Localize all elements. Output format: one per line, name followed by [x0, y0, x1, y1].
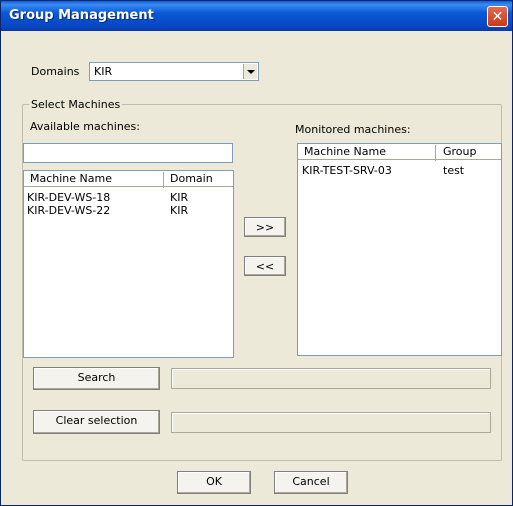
- domains-label: Domains: [31, 65, 80, 78]
- list-item[interactable]: KIR-TEST-SRV-03 test: [298, 164, 501, 178]
- domains-dropdown[interactable]: KIR: [89, 62, 259, 81]
- search-progress-bar: [171, 368, 491, 389]
- column-header-domain[interactable]: Domain: [170, 172, 213, 185]
- group-management-dialog: Group Management ✕ Domains KIR Select Ma…: [0, 0, 513, 506]
- search-button[interactable]: Search: [33, 367, 160, 390]
- monitored-machines-label: Monitored machines:: [295, 123, 411, 136]
- list-item[interactable]: KIR-DEV-WS-22 KIR: [24, 204, 233, 218]
- monitored-machines-list[interactable]: Machine Name Group KIR-TEST-SRV-03 test: [297, 143, 502, 356]
- ok-button[interactable]: OK: [177, 471, 251, 494]
- column-header-machine-name[interactable]: Machine Name: [30, 172, 112, 185]
- domains-selected-value: KIR: [94, 65, 113, 78]
- available-list-header: Machine Name Domain: [24, 171, 233, 188]
- title-bar[interactable]: Group Management ✕: [1, 1, 512, 31]
- window-title: Group Management: [9, 8, 154, 23]
- close-icon[interactable]: ✕: [487, 6, 508, 27]
- clear-selection-button[interactable]: Clear selection: [33, 410, 160, 434]
- chevron-down-icon[interactable]: [243, 64, 257, 79]
- column-header-machine-name[interactable]: Machine Name: [304, 145, 386, 158]
- add-to-monitored-button[interactable]: >>: [244, 217, 286, 237]
- available-machines-list[interactable]: Machine Name Domain KIR-DEV-WS-18 KIR KI…: [23, 170, 234, 358]
- remove-from-monitored-button[interactable]: <<: [244, 256, 286, 276]
- select-machines-title: Select Machines: [29, 98, 123, 111]
- available-machines-label: Available machines:: [30, 120, 140, 133]
- clear-progress-bar: [171, 412, 491, 433]
- machine-filter-input[interactable]: [23, 143, 233, 163]
- column-header-group[interactable]: Group: [443, 145, 477, 158]
- cancel-button[interactable]: Cancel: [274, 471, 348, 494]
- monitored-list-header: Machine Name Group: [298, 144, 501, 161]
- list-item[interactable]: KIR-DEV-WS-18 KIR: [24, 191, 233, 205]
